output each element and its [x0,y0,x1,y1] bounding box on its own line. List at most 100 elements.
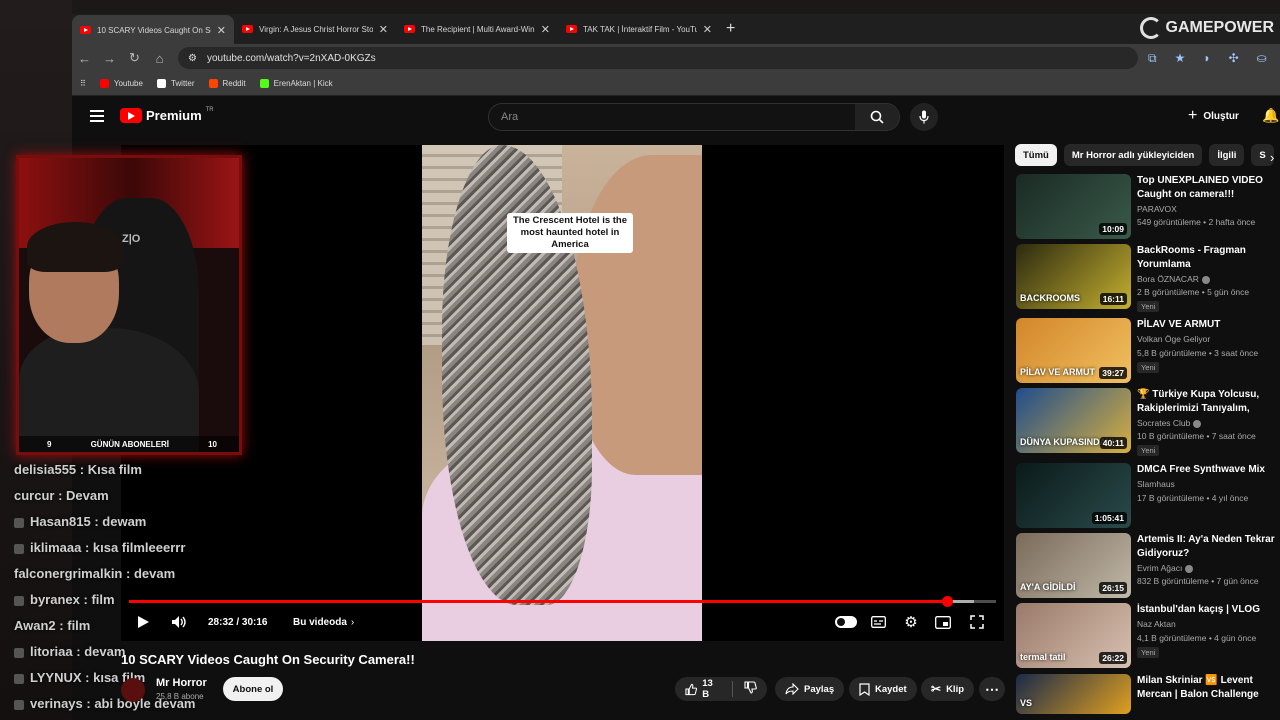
video-player[interactable]: The Crescent Hotel is the most haunted h… [121,145,1004,641]
chip-all[interactable]: Tümü [1015,144,1057,166]
rec-title[interactable]: DMCA Free Synthwave Mix [1137,463,1280,477]
bookmark-twitter[interactable]: Twitter [156,79,195,88]
miniplayer-button[interactable] [934,610,952,634]
chip-related[interactable]: İlgili [1209,144,1245,166]
like-count: 13 B [702,678,713,700]
site-info-icon[interactable]: ⚙ [188,53,197,64]
reload-icon[interactable]: ↻ [122,50,147,66]
browser-tab-3[interactable]: The Recipient | Multi Award-Winni ✕ [396,15,558,43]
bookmark-reddit[interactable]: Reddit [208,79,246,88]
search-button[interactable] [855,104,899,130]
channel-avatar[interactable] [121,678,145,702]
video-thumbnail[interactable]: VS [1016,674,1131,714]
bookmark-star-icon[interactable]: ★ [1175,51,1186,66]
save-button[interactable]: Kaydet [849,677,917,701]
search-input[interactable] [489,111,855,123]
bookmark-youtube[interactable]: Youtube [99,79,143,88]
share-button[interactable]: Paylaş [775,677,845,701]
subscribe-button[interactable]: Abone ol [223,677,283,701]
rec-title[interactable]: Artemis II: Ay'a Neden Tekrar Gidiyoruz? [1137,533,1280,561]
dislike-button[interactable] [744,681,757,697]
rec-title[interactable]: Top UNEXPLAINED VIDEO Caught on camera!!… [1137,174,1280,202]
clip-button[interactable]: ✂ Klip [921,677,975,701]
rec-title[interactable]: 🏆 Türkiye Kupa Yolcusu, Rakiplerimizi Ta… [1137,388,1280,416]
verified-icon [1185,564,1194,573]
browser-tab-2[interactable]: Virgin: A Jesus Christ Horror Story ✕ [234,15,396,43]
video-thumbnail[interactable]: DÜNYA KUPASINDAYI 40:11 [1016,388,1131,453]
recommendation-item[interactable]: DÜNYA KUPASINDAYI 40:11 🏆 Türkiye Kupa Yo… [1016,388,1280,456]
recommendation-item[interactable]: 10:09 Top UNEXPLAINED VIDEO Caught on ca… [1016,174,1280,240]
browser-tab-1[interactable]: 10 SCARY Videos Caught On Secu ✕ [72,15,234,45]
video-thumbnail[interactable]: BACKROOMS 16:11 [1016,244,1131,309]
rec-title[interactable]: BackRooms - Fragman Yorumlama [1137,244,1280,272]
browser-tab-4[interactable]: TAK TAK | İnteraktif Film - YouTube ✕ [558,15,720,43]
rec-title[interactable]: Milan Skriniar 🆚 Levent Mercan | Balon C… [1137,674,1280,702]
progress-bar[interactable] [129,596,996,607]
address-bar[interactable]: ⚙ youtube.com/watch?v=2nXAD-0KGZs [178,47,1138,69]
volume-button[interactable] [169,610,189,634]
video-thumbnail[interactable]: termal tatil 26:22 [1016,603,1131,668]
video-thumbnail[interactable]: 10:09 [1016,174,1131,239]
install-app-icon[interactable]: ⧉ [1148,51,1157,66]
video-thumbnail[interactable]: PİLAV VE ARMUT 39:27 [1016,318,1131,383]
channel-name[interactable]: Mr Horror [156,677,207,689]
chevron-right-icon[interactable]: › [1270,150,1274,165]
notifications-bell-icon[interactable]: 🔔 [1262,107,1279,124]
bookmark-kick[interactable]: ErenAktan | Kick [259,79,333,88]
chat-message: delisia555 : Kısa film [14,462,142,477]
close-tab-icon[interactable]: ✕ [217,24,226,37]
autoplay-toggle[interactable] [835,610,857,634]
more-actions-button[interactable]: ⋯ [979,677,1005,701]
chip-from-uploader[interactable]: Mr Horror adlı yükleyiciden [1063,144,1203,166]
create-button[interactable]: + Oluştur [1188,107,1239,125]
rec-title[interactable]: İstanbul'dan kaçış | VLOG [1137,603,1280,617]
x-twitter-icon [156,79,166,88]
chapter-button[interactable]: Bu videoda › [293,610,354,634]
close-tab-icon[interactable]: ✕ [703,23,712,36]
puzzle-extensions-icon[interactable]: ✣ [1229,51,1239,66]
bookmark-label: ErenAktan | Kick [273,79,333,88]
rec-channel[interactable]: Naz Aktan [1137,619,1176,629]
voice-search-button[interactable] [910,103,938,131]
recommendation-item[interactable]: AY'A GİDİLDİ 26:15 Artemis II: Ay'a Neden… [1016,533,1280,599]
profile-icon[interactable]: ⛀ [1257,51,1267,66]
forward-arrow-icon[interactable]: → [97,51,122,66]
rec-channel[interactable]: Bora ÖZNACAR [1137,274,1210,284]
recommendation-item[interactable]: 1:05:41 DMCA Free Synthwave Mix Slamhaus… [1016,463,1280,529]
chat-text: film [91,592,115,607]
rec-title[interactable]: PİLAV VE ARMUT [1137,318,1280,332]
recommendation-item[interactable]: PİLAV VE ARMUT 39:27 PİLAV VE ARMUT Volka… [1016,318,1280,384]
recommendation-chips: Tümü Mr Horror adlı yükleyiciden İlgili … [1015,144,1280,166]
plus-icon: + [1188,107,1198,124]
fullscreen-icon [970,615,984,629]
play-button[interactable] [135,610,151,634]
extension-icon[interactable]: ◗ [1203,51,1210,66]
duration-badge: 16:11 [1099,293,1127,305]
youtube-premium-logo[interactable]: Premium TR [120,107,214,123]
settings-button[interactable]: ⚙ [901,610,921,634]
chat-user: LYYNUX [30,670,82,685]
video-thumbnail[interactable]: 1:05:41 [1016,463,1131,528]
close-tab-icon[interactable]: ✕ [379,23,388,36]
recommendation-item[interactable]: BACKROOMS 16:11 BackRooms - Fragman Yorum… [1016,244,1280,312]
new-tab-plus-icon[interactable]: + [726,20,735,38]
home-icon[interactable]: ⌂ [147,51,172,66]
rec-channel[interactable]: Evrim Ağacı [1137,563,1194,573]
rec-channel[interactable]: PARAVOX [1137,204,1177,214]
back-arrow-icon[interactable]: ← [72,51,97,66]
rec-channel[interactable]: Socrates Club [1137,418,1202,428]
rec-channel[interactable]: Volkan Öge Geliyor [1137,334,1210,344]
rec-channel[interactable]: Slamhaus [1137,479,1175,489]
subtitles-button[interactable] [869,610,887,634]
progress-scrubber[interactable] [941,596,953,607]
apps-grid-icon[interactable]: ⠿ [80,79,86,88]
duration-badge: 10:09 [1099,223,1127,235]
like-button[interactable]: 13 B [685,678,721,700]
recommendation-item[interactable]: termal tatil 26:22 İstanbul'dan kaçış | V… [1016,603,1280,669]
fullscreen-button[interactable] [968,610,986,634]
autoplay-switch-icon [835,616,857,628]
video-thumbnail[interactable]: AY'A GİDİLDİ 26:15 [1016,533,1131,598]
recommendation-item[interactable]: VS Milan Skriniar 🆚 Levent Mercan | Balo… [1016,674,1280,714]
menu-hamburger-icon[interactable] [90,110,104,122]
close-tab-icon[interactable]: ✕ [541,23,550,36]
